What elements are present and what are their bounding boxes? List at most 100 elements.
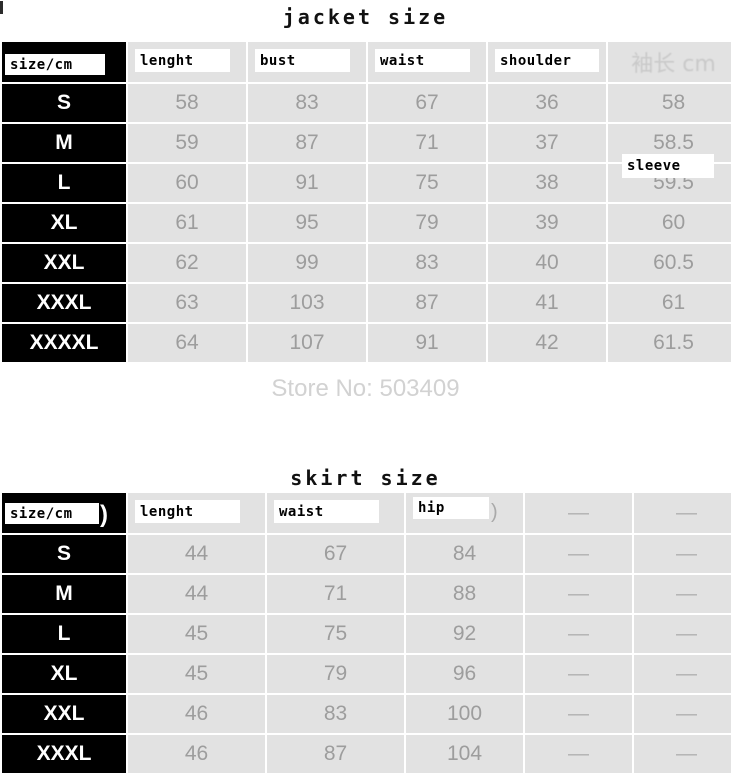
sticker-size-cm-skirt: size/cm [5, 503, 99, 524]
jacket-cell-shoulder: 42 [488, 324, 606, 362]
jacket-cell-bust: 99 [248, 244, 366, 282]
skirt-cell-dash-1: — [525, 535, 632, 573]
jacket-header-sleeve-ghost: 袖长 cm [631, 52, 716, 77]
skirt-header-hip: hip ) [406, 493, 523, 533]
skirt-cell-dash-1: — [525, 655, 632, 693]
skirt-cell-lenght: 44 [128, 535, 265, 573]
jacket-header-shoulder: shoulder [488, 42, 606, 82]
table-row: XXXL 63 103 87 41 61 [2, 284, 731, 322]
sticker-bust: bust [255, 49, 350, 72]
skirt-row-size: XXL [2, 695, 126, 733]
sticker-waist-skirt: waist [274, 500, 379, 523]
skirt-cell-waist: 79 [267, 655, 404, 693]
jacket-header-sleeve: 袖长 cm [608, 42, 731, 82]
table-row: M 44 71 88 — — [2, 575, 731, 613]
jacket-cell-sleeve: 60.5 [608, 244, 731, 282]
jacket-cell-bust: 83 [248, 84, 366, 122]
jacket-cell-shoulder: 36 [488, 84, 606, 122]
skirt-row-size: XL [2, 655, 126, 693]
skirt-row-size: XXXL [2, 735, 126, 773]
jacket-cell-bust: 103 [248, 284, 366, 322]
skirt-cell-waist: 83 [267, 695, 404, 733]
skirt-row-size: S [2, 535, 126, 573]
table-row: XXXXL 64 107 91 42 61.5 [2, 324, 731, 362]
skirt-cell-hip: 92 [406, 615, 523, 653]
jacket-cell-waist: 71 [368, 124, 486, 162]
table-row: S 58 83 67 36 58 [2, 84, 731, 122]
skirt-size-title: skirt size [290, 466, 441, 490]
jacket-cell-bust: 87 [248, 124, 366, 162]
skirt-cell-lenght: 45 [128, 615, 265, 653]
table-row: XXXL 46 87 104 — — [2, 735, 731, 773]
sticker-hip: hip [413, 497, 489, 519]
jacket-cell-bust: 107 [248, 324, 366, 362]
jacket-cell-shoulder: 41 [488, 284, 606, 322]
skirt-cell-dash-1: — [525, 695, 632, 733]
jacket-size-table: size/cm lenght n bust n waist shoulder 袖… [0, 40, 731, 364]
jacket-cell-lenght: 62 [128, 244, 246, 282]
skirt-cell-dash-2: — [634, 655, 731, 693]
table-row: XXL 62 99 83 40 60.5 [2, 244, 731, 282]
jacket-header-row: size/cm lenght n bust n waist shoulder 袖… [2, 42, 731, 82]
skirt-header-dash-1: — [525, 493, 632, 533]
table-row: L 45 75 92 — — [2, 615, 731, 653]
skirt-cell-dash-2: — [634, 535, 731, 573]
jacket-cell-waist: 91 [368, 324, 486, 362]
jacket-header-size: size/cm [2, 42, 126, 82]
skirt-row-size: M [2, 575, 126, 613]
jacket-cell-sleeve: 60 [608, 204, 731, 242]
jacket-row-size: S [2, 84, 126, 122]
jacket-cell-shoulder: 38 [488, 164, 606, 202]
skirt-cell-waist: 67 [267, 535, 404, 573]
jacket-cell-shoulder: 40 [488, 244, 606, 282]
skirt-header-lenght: lenght [128, 493, 265, 533]
sticker-sleeve: sleeve [622, 154, 714, 178]
jacket-row-size: XXXXL [2, 324, 126, 362]
skirt-cell-hip: 100 [406, 695, 523, 733]
jacket-cell-sleeve: 61.5 [608, 324, 731, 362]
skirt-header-waist: waist [267, 493, 404, 533]
jacket-row-size: XXXL [2, 284, 126, 322]
jacket-header-waist: n waist [368, 42, 486, 82]
skirt-cell-hip: 96 [406, 655, 523, 693]
jacket-cell-bust: 91 [248, 164, 366, 202]
jacket-cell-shoulder: 39 [488, 204, 606, 242]
jacket-cell-lenght: 61 [128, 204, 246, 242]
jacket-row-size: XXL [2, 244, 126, 282]
table-row: XL 61 95 79 39 60 [2, 204, 731, 242]
skirt-cell-dash-2: — [634, 575, 731, 613]
skirt-header-row: size/cm ) lenght waist hip ) — — [2, 493, 731, 533]
jacket-cell-sleeve: 59.5 sleeve [608, 154, 731, 202]
sticker-lenght-skirt: lenght [135, 500, 240, 523]
jacket-cell-sleeve: 61 [608, 284, 731, 322]
skirt-cell-hip: 104 [406, 735, 523, 773]
skirt-cell-dash-2: — [634, 695, 731, 733]
jacket-cell-lenght: 64 [128, 324, 246, 362]
jacket-cell-waist: 79 [368, 204, 486, 242]
skirt-cell-waist: 87 [267, 735, 404, 773]
jacket-cell-shoulder: 37 [488, 124, 606, 162]
jacket-cell-waist: 83 [368, 244, 486, 282]
jacket-header-bust: n bust [248, 42, 366, 82]
sticker-shoulder: shoulder [495, 49, 599, 72]
skirt-size-table: size/cm ) lenght waist hip ) — — S 44 67… [0, 491, 731, 775]
jacket-cell-lenght: 58 [128, 84, 246, 122]
skirt-header-hip-paren: ) [491, 501, 498, 523]
table-row: XXL 46 83 100 — — [2, 695, 731, 733]
table-row: L 60 91 75 38 59.5 sleeve [2, 154, 731, 202]
skirt-row-size: L [2, 615, 126, 653]
table-row: XL 45 79 96 — — [2, 655, 731, 693]
skirt-header-dash-2: — [634, 493, 731, 533]
sticker-lenght: lenght [135, 49, 230, 72]
jacket-size-title: jacket size [282, 5, 449, 29]
skirt-header-paren: ) [100, 501, 108, 528]
skirt-cell-hip: 84 [406, 535, 523, 573]
jacket-row-size: L [2, 164, 126, 202]
jacket-cell-waist: 75 [368, 164, 486, 202]
skirt-cell-dash-1: — [525, 615, 632, 653]
jacket-row-size: XL [2, 204, 126, 242]
jacket-cell-bust: 95 [248, 204, 366, 242]
skirt-cell-dash-2: — [634, 735, 731, 773]
skirt-cell-dash-2: — [634, 615, 731, 653]
skirt-cell-waist: 71 [267, 575, 404, 613]
